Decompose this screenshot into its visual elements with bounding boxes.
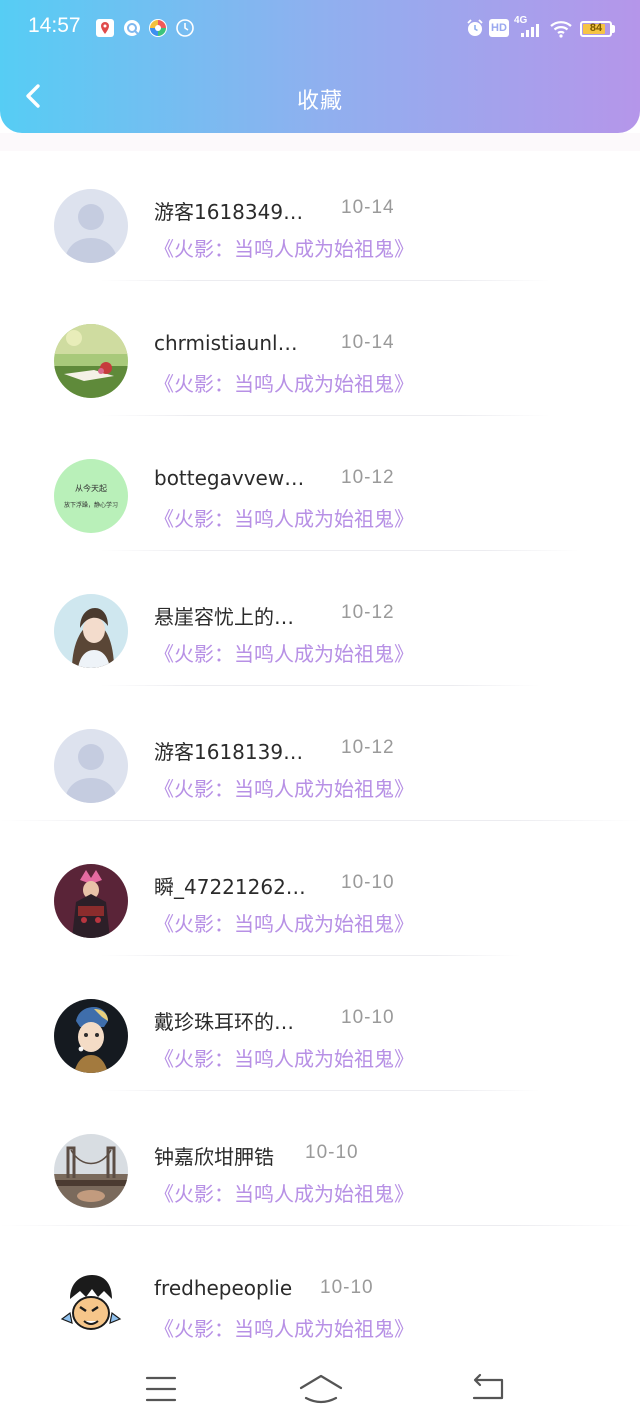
system-navigation-bar <box>0 1360 640 1425</box>
divider <box>100 1090 540 1091</box>
favorite-date: 10-14 <box>341 332 395 353</box>
username[interactable]: 钟嘉欣坩胛锆 <box>154 1141 274 1170</box>
girl-photo-avatar-icon <box>54 594 128 668</box>
bridge-photo-avatar-icon <box>54 1134 128 1208</box>
map-pin-notification-icon <box>96 19 114 37</box>
work-title-link[interactable]: 《火影：当鸣人成为始祖鬼》 <box>154 233 414 262</box>
hd-icon: HD <box>489 19 509 37</box>
battery-percent: 84 <box>589 22 603 34</box>
text-avatar-icon: 从今天起 放下浮躁，静心学习 <box>54 459 128 533</box>
svg-text:放下浮躁，静心学习: 放下浮躁，静心学习 <box>64 501 118 509</box>
return-button[interactable] <box>466 1370 510 1410</box>
favorite-date: 10-10 <box>341 1007 395 1028</box>
anime-warrior-avatar-icon <box>54 864 128 938</box>
favorite-date: 10-10 <box>305 1142 359 1163</box>
default-avatar-icon <box>54 189 128 263</box>
list-item[interactable]: 悬崖容忧上的… 10-12 《火影：当鸣人成为始祖鬼》 <box>0 556 640 691</box>
clock-notification-icon <box>176 19 194 37</box>
list-item[interactable]: 游客1618139… 10-12 《火影：当鸣人成为始祖鬼》 <box>0 691 640 826</box>
home-button[interactable] <box>298 1370 344 1410</box>
meadow-photo-avatar-icon <box>54 324 128 398</box>
status-time: 14:57 <box>28 14 81 37</box>
pearl-earring-avatar-icon <box>54 999 128 1073</box>
return-icon <box>472 1373 504 1400</box>
status-bar: 14:57 HD 4G 84 <box>0 0 640 58</box>
menu-button[interactable] <box>139 1370 183 1410</box>
list-item[interactable]: 戴珍珠耳环的… 10-10 《火影：当鸣人成为始祖鬼》 <box>0 961 640 1096</box>
user-avatar[interactable] <box>54 999 128 1073</box>
favorite-date: 10-14 <box>341 197 395 218</box>
app-notification-icon <box>149 19 167 37</box>
divider <box>100 280 550 281</box>
work-title-link[interactable]: 《火影：当鸣人成为始祖鬼》 <box>154 1043 414 1072</box>
list-item[interactable]: 游客1618349… 10-14 《火影：当鸣人成为始祖鬼》 <box>0 151 640 286</box>
username[interactable]: chrmistiaunl… <box>154 331 298 355</box>
page-title: 收藏 <box>296 89 343 114</box>
signal-icon <box>521 24 539 37</box>
list-item[interactable]: 瞬_47221262… 10-10 《火影：当鸣人成为始祖鬼》 <box>0 826 640 961</box>
home-icon <box>299 1374 343 1404</box>
username[interactable]: 瞬_47221262… <box>154 871 306 900</box>
username[interactable]: 游客1618349… <box>154 196 303 225</box>
user-avatar[interactable] <box>54 324 128 398</box>
list-item[interactable]: 钟嘉欣坩胛锆 10-10 《火影：当鸣人成为始祖鬼》 <box>0 1096 640 1231</box>
menu-icon <box>145 1376 177 1402</box>
battery-tip <box>612 25 615 33</box>
divider <box>0 820 640 821</box>
divider <box>100 955 520 956</box>
header-shadow-band <box>0 133 640 151</box>
favorite-date: 10-12 <box>341 467 395 488</box>
favorite-date: 10-10 <box>320 1277 374 1298</box>
username[interactable]: 游客1618139… <box>154 736 303 765</box>
username[interactable]: 悬崖容忧上的… <box>154 601 294 630</box>
wifi-icon <box>550 21 572 38</box>
cartoon-avatar-icon <box>54 1269 128 1343</box>
work-title-link[interactable]: 《火影：当鸣人成为始祖鬼》 <box>154 638 414 667</box>
list-item[interactable]: fredhepeoplie 10-10 《火影：当鸣人成为始祖鬼》 <box>0 1231 640 1366</box>
work-title-link[interactable]: 《火影：当鸣人成为始祖鬼》 <box>154 503 414 532</box>
divider <box>100 415 550 416</box>
favorite-date: 10-12 <box>341 737 395 758</box>
divider <box>100 550 580 551</box>
list-item[interactable]: chrmistiaunl… 10-14 《火影：当鸣人成为始祖鬼》 <box>0 286 640 421</box>
work-title-link[interactable]: 《火影：当鸣人成为始祖鬼》 <box>154 1178 414 1207</box>
svg-text:从今天起: 从今天起 <box>75 483 107 493</box>
favorite-date: 10-10 <box>341 872 395 893</box>
work-title-link[interactable]: 《火影：当鸣人成为始祖鬼》 <box>154 908 414 937</box>
user-avatar[interactable] <box>54 1134 128 1208</box>
username[interactable]: fredhepeoplie <box>154 1276 292 1300</box>
work-title-link[interactable]: 《火影：当鸣人成为始祖鬼》 <box>154 368 414 397</box>
list-item[interactable]: 从今天起 放下浮躁，静心学习 bottegavvew… 10-12 《火影：当鸣… <box>0 421 640 556</box>
divider <box>100 685 540 686</box>
work-title-link[interactable]: 《火影：当鸣人成为始祖鬼》 <box>154 773 414 802</box>
chat-notification-icon <box>124 20 140 36</box>
default-avatar-icon <box>54 729 128 803</box>
work-title-link[interactable]: 《火影：当鸣人成为始祖鬼》 <box>154 1313 414 1342</box>
user-avatar[interactable]: 从今天起 放下浮躁，静心学习 <box>54 459 128 533</box>
favorite-date: 10-12 <box>341 602 395 623</box>
battery-icon: 84 <box>580 21 612 37</box>
user-avatar[interactable] <box>54 864 128 938</box>
user-avatar[interactable] <box>54 189 128 263</box>
user-avatar[interactable] <box>54 729 128 803</box>
username[interactable]: bottegavvew… <box>154 466 304 490</box>
user-avatar[interactable] <box>54 1269 128 1343</box>
username[interactable]: 戴珍珠耳环的… <box>154 1006 294 1035</box>
divider <box>0 1225 640 1226</box>
user-avatar[interactable] <box>54 594 128 668</box>
app-header: 14:57 HD 4G 84 收藏 <box>0 0 640 133</box>
alarm-icon <box>467 19 483 36</box>
